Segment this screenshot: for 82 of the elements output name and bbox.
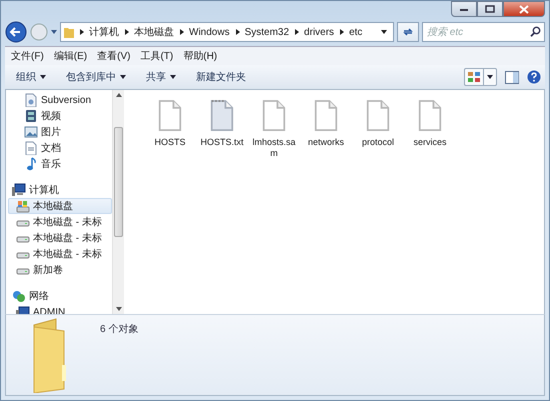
caret-icon xyxy=(484,75,496,79)
scrollbar-thumb[interactable] xyxy=(114,127,123,237)
file-item[interactable]: services xyxy=(404,100,456,148)
file-icon xyxy=(262,100,286,132)
toolbar-button[interactable]: 共享 xyxy=(136,67,186,87)
minimize-button[interactable] xyxy=(451,1,477,17)
breadcrumb[interactable]: 本地磁盘 xyxy=(134,25,174,39)
help-icon[interactable] xyxy=(527,70,541,84)
menu-item[interactable]: 工具(T) xyxy=(140,49,174,63)
menu-item[interactable]: 帮助(H) xyxy=(183,49,218,63)
nav-item[interactable]: 新加卷 xyxy=(8,262,112,278)
chevron-right-icon xyxy=(80,29,84,35)
nav-item[interactable]: 文档 xyxy=(8,140,112,156)
file-name: networks xyxy=(306,137,345,148)
nav-item[interactable]: 图片 xyxy=(8,124,112,140)
scroll-down-icon[interactable] xyxy=(116,307,122,311)
file-name: protocol xyxy=(360,137,396,148)
file-item[interactable]: HOSTS xyxy=(144,100,196,148)
document-icon xyxy=(24,141,38,155)
toolbar-button[interactable]: 包含到库中 xyxy=(56,67,136,87)
refresh-icon xyxy=(402,26,414,38)
refresh-button[interactable] xyxy=(397,22,419,42)
view-button[interactable] xyxy=(464,68,497,86)
nav-item[interactable]: 计算机 xyxy=(8,182,112,198)
nav-item[interactable]: 视频 xyxy=(8,108,112,124)
nav-item[interactable]: 本地磁盘 - 未标 xyxy=(8,230,112,246)
caret-icon[interactable] xyxy=(381,30,387,34)
file-item[interactable]: lmhosts.sam xyxy=(248,100,300,159)
file-item[interactable]: networks xyxy=(300,100,352,148)
menu-item[interactable]: 编辑(E) xyxy=(54,49,88,63)
file-item[interactable]: protocol xyxy=(352,100,404,148)
file-icon xyxy=(366,100,390,132)
file-icon xyxy=(314,100,338,132)
file-name: lmhosts.sam xyxy=(251,137,296,159)
menu-item[interactable]: 查看(V) xyxy=(97,49,130,63)
file-icon xyxy=(158,100,182,132)
item-count: 6 个对象 xyxy=(100,322,138,337)
nav-item[interactable]: Subversion xyxy=(8,92,112,108)
file-item[interactable]: HOSTS.txt xyxy=(196,100,248,148)
maximize-button[interactable] xyxy=(477,1,503,17)
chevron-right-icon xyxy=(236,29,240,35)
nav-item[interactable]: 本地磁盘 - 未标 xyxy=(8,214,112,230)
chevron-right-icon xyxy=(180,29,184,35)
file-name: HOSTS xyxy=(153,137,186,148)
music-note-icon xyxy=(24,157,38,171)
folder-icon xyxy=(64,26,74,38)
text-file-icon xyxy=(210,100,234,132)
file-icon xyxy=(418,100,442,132)
search-field[interactable]: 搜索 etc xyxy=(422,22,545,42)
close-button[interactable] xyxy=(503,1,545,17)
chevron-right-icon xyxy=(295,29,300,35)
film-icon xyxy=(24,109,38,123)
document-icon xyxy=(24,93,38,107)
caret-icon xyxy=(40,75,46,79)
file-name: services xyxy=(412,137,448,148)
nav-item[interactable]: 本地磁盘 - 未标 xyxy=(8,246,112,262)
breadcrumb[interactable]: etc xyxy=(349,26,362,38)
caret-icon xyxy=(170,75,176,79)
toolbar-button[interactable]: 新建文件夹 xyxy=(186,67,256,87)
breadcrumb[interactable]: System32 xyxy=(244,26,290,38)
nav-item[interactable]: 网络 xyxy=(8,288,112,304)
breadcrumb[interactable]: 计算机 xyxy=(89,25,119,39)
toolbar-button[interactable]: 组织 xyxy=(13,67,56,87)
chevron-right-icon xyxy=(340,29,344,35)
file-name: HOSTS.txt xyxy=(199,137,244,148)
search-icon xyxy=(530,26,541,37)
minimize-icon xyxy=(459,6,469,12)
preview-pane-icon[interactable] xyxy=(505,70,519,84)
breadcrumb[interactable]: Windows xyxy=(189,26,230,38)
nav-item[interactable]: 本地磁盘 xyxy=(8,198,112,214)
drive-icon xyxy=(16,199,30,213)
computer-icon xyxy=(12,183,26,197)
chevron-right-icon xyxy=(125,29,129,35)
picture-icon xyxy=(24,125,38,139)
scroll-up-icon[interactable] xyxy=(116,93,122,97)
menu-item[interactable]: 文件(F) xyxy=(11,49,44,63)
nav-item[interactable]: 音乐 xyxy=(8,156,112,172)
close-icon xyxy=(519,4,529,14)
address-bar[interactable]: 计算机 本地磁盘 Windows System32 drivers etc xyxy=(60,22,394,42)
caret-icon xyxy=(120,75,126,79)
breadcrumb[interactable]: drivers xyxy=(304,26,334,38)
view-icon xyxy=(465,70,483,84)
